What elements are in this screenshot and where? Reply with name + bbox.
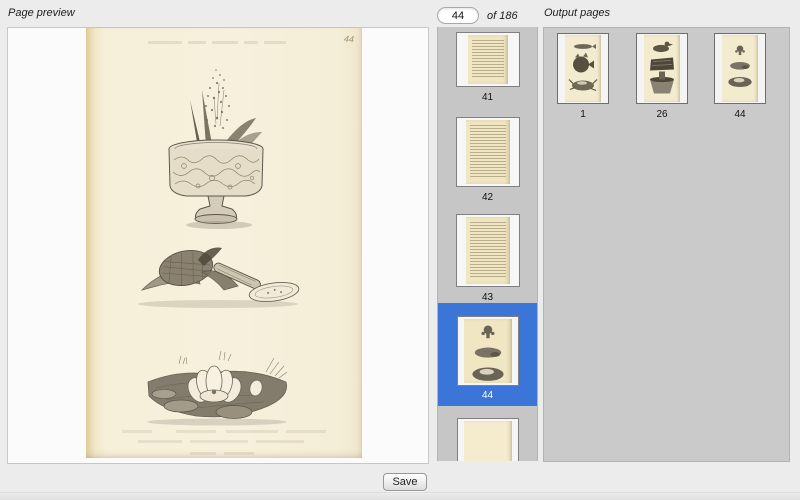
vase-plate-thumbnail [722,35,758,102]
pencil-page-annotation: 44 [344,34,355,45]
page-preview-label: Page preview [8,7,75,19]
page-count-label: of 186 [487,10,518,22]
save-button[interactable]: Save [383,473,427,491]
thumbnail-label: 41 [438,92,537,103]
engraved-plate-illustration [86,28,362,458]
page-thumbnail-list[interactable]: 41 42 43 [437,27,538,461]
plate-page-thumbnail [464,319,512,383]
text-page-thumbnail [468,35,508,84]
page-number-input[interactable] [437,7,479,24]
thumbnail-page-44-selected[interactable]: 44 [438,316,537,386]
text-page-thumbnail [466,217,510,284]
output-pages-label: Output pages [544,7,610,19]
window-bottom-edge [0,492,800,500]
text-page-thumbnail [466,120,510,184]
output-page-label: 1 [557,109,609,120]
output-page-44[interactable]: 44 [714,33,766,104]
thumbnail-page-43[interactable]: 43 [438,214,537,287]
output-page-26[interactable]: 26 [636,33,688,104]
thumbnail-page-42[interactable]: 42 [438,117,537,187]
thumbnail-label: 42 [438,192,537,203]
thumbnail-page-41[interactable]: 41 [438,32,537,87]
output-page-label: 26 [636,109,688,120]
page-preview-panel: 44 [7,27,429,464]
duck-basket-plate-thumbnail [644,35,680,102]
output-page-label: 44 [714,109,766,120]
output-page-1[interactable]: 1 [557,33,609,104]
thumbnail-label: 43 [438,292,537,303]
fish-plate-thumbnail [565,35,601,102]
scanned-page-preview: 44 [86,28,362,458]
thumbnail-label: 44 [438,390,537,401]
blank-page-thumbnail [464,421,512,461]
thumbnail-page-45[interactable] [438,418,537,461]
output-pages-panel: 1 26 [543,27,790,462]
app-window: { "header": { "preview_label": "Page pre… [0,0,800,500]
